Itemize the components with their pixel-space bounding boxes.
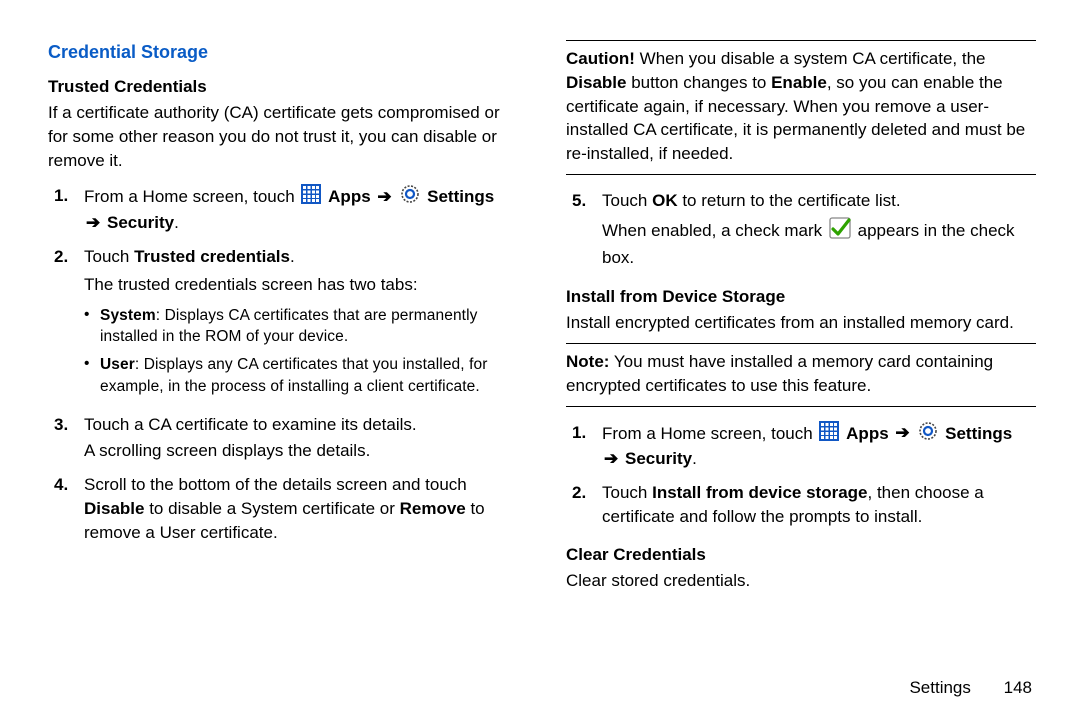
arrow-icon: ➔ [375, 187, 393, 206]
tabs-intro: The trusted credentials screen has two t… [84, 273, 518, 297]
divider [566, 343, 1036, 344]
bullet-user: User: Displays any CA certificates that … [84, 352, 518, 401]
steps-right-cont: 5. Touch OK to return to the certificate… [566, 185, 1036, 275]
sub-clear: Clear Credentials [566, 543, 1036, 567]
arrow-icon: ➔ [893, 423, 911, 442]
tabs-bullets: System: Displays CA certificates that ar… [84, 303, 518, 402]
label-disable: Disable [84, 499, 144, 518]
divider [566, 40, 1036, 41]
footer-page: 148 [1004, 678, 1032, 698]
t: Scroll to the bottom of the details scre… [84, 475, 467, 494]
gear-icon [400, 184, 420, 211]
step-1: 1. From a Home screen, touch Apps ➔ Sett… [48, 180, 518, 241]
sub-trusted: Trusted Credentials [48, 75, 518, 99]
arrow-icon: ➔ [84, 213, 102, 232]
right-column: Caution! When you disable a system CA ce… [566, 40, 1036, 700]
clear-text: Clear stored credentials. [566, 569, 1036, 593]
caution-block: Caution! When you disable a system CA ce… [566, 47, 1036, 166]
t: Touch [84, 247, 134, 266]
t: A scrolling screen displays the details. [84, 439, 518, 463]
r-step-2: 2. Touch Install from device storage, th… [566, 477, 1036, 535]
section-title: Credential Storage [48, 40, 518, 65]
step-2: 2. Touch Trusted credentials. The truste… [48, 241, 518, 409]
r-step-1: 1. From a Home screen, touch Apps ➔ Sett… [566, 417, 1036, 478]
intro-trusted: If a certificate authority (CA) certific… [48, 101, 518, 172]
label-apps: Apps [846, 423, 889, 442]
step-4: 4. Scroll to the bottom of the details s… [48, 469, 518, 550]
bullet-system: System: Displays CA certificates that ar… [84, 303, 518, 352]
t: When enabled, a check mark [602, 221, 827, 240]
arrow-icon: ➔ [602, 449, 620, 468]
step1-pre: From a Home screen, touch [84, 187, 299, 206]
step-5: 5. Touch OK to return to the certificate… [566, 185, 1036, 275]
step-3: 3. Touch a CA certificate to examine its… [48, 409, 518, 469]
label-settings: Settings [945, 423, 1012, 442]
label-caution: Caution! [566, 49, 635, 68]
note-block: Note: You must have installed a memory c… [566, 350, 1036, 398]
label-security: Security [107, 213, 174, 232]
gear-icon [918, 421, 938, 448]
divider [566, 174, 1036, 175]
label-settings: Settings [427, 187, 494, 206]
apps-icon [819, 421, 839, 448]
apps-icon [301, 184, 321, 211]
label-remove: Remove [400, 499, 466, 518]
t: to disable a System certificate or [144, 499, 399, 518]
steps-install: 1. From a Home screen, touch Apps ➔ Sett… [566, 417, 1036, 535]
label-install-device: Install from device storage [652, 483, 867, 502]
label-ok: OK [652, 191, 678, 210]
sub-install: Install from Device Storage [566, 285, 1036, 309]
install-intro: Install encrypted certificates from an i… [566, 311, 1036, 335]
divider [566, 406, 1036, 407]
label-security: Security [625, 449, 692, 468]
checkmark-icon [829, 217, 851, 246]
page-footer: Settings 148 [909, 678, 1032, 698]
left-column: Credential Storage Trusted Credentials I… [48, 40, 518, 700]
footer-section: Settings [909, 678, 970, 697]
label-trusted-cred: Trusted credentials [134, 247, 290, 266]
label-apps: Apps [328, 187, 371, 206]
label-note: Note: [566, 352, 609, 371]
steps-left: 1. From a Home screen, touch Apps ➔ Sett… [48, 180, 518, 550]
t: Touch a CA certificate to examine its de… [84, 415, 417, 434]
